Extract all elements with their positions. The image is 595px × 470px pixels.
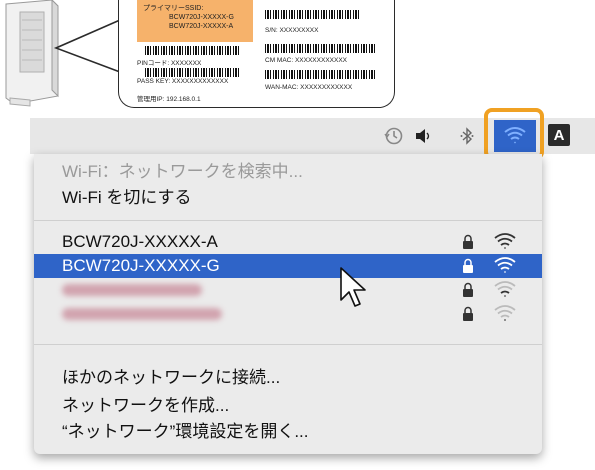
ssid-title: プライマリーSSID: [143, 5, 204, 12]
barcode [265, 70, 375, 79]
obscured-network-name [62, 308, 222, 320]
pass-key: PASS KEY: XXXXXXXXXXXXX [137, 78, 229, 85]
barcode [145, 68, 241, 77]
wifi-signal-icon [494, 257, 516, 273]
ssid-value-g: BCW720J-XXXXX-G [169, 14, 234, 21]
wan-mac: WAN-MAC: XXXXXXXXXXXX [265, 84, 353, 91]
barcode [145, 46, 241, 55]
serial-number: S/N: XXXXXXXXX [265, 27, 319, 34]
obscured-network-name [62, 284, 202, 296]
network-item-selected[interactable]: BCW720J-XXXXX-G [34, 254, 542, 278]
volume-icon[interactable] [412, 118, 436, 154]
menu-separator [34, 220, 542, 221]
join-other-network-item[interactable]: ほかのネットワークに接続... [34, 366, 542, 390]
network-name: BCW720J-XXXXX-A [62, 232, 218, 251]
barcode [265, 44, 375, 53]
wifi-signal-icon [494, 281, 516, 297]
wifi-toggle-item[interactable]: Wi-Fi を切にする [34, 186, 542, 210]
wifi-signal-icon [494, 305, 516, 321]
wifi-dropdown-menu: Wi-Fi：ネットワークを検索中... Wi-Fi を切にする BCW720J-… [34, 154, 542, 454]
wifi-signal-icon [494, 233, 516, 249]
pin-code: PINコード: XXXXXXX [137, 60, 202, 67]
router-label-card: プライマリーSSID: BCW720J-XXXXX-G BCW720J-XXXX… [118, 0, 395, 108]
network-item-obscured[interactable] [34, 302, 542, 326]
network-name: BCW720J-XXXXX-G [62, 256, 220, 275]
network-item-obscured[interactable] [34, 278, 542, 302]
network-item[interactable]: BCW720J-XXXXX-A [34, 230, 542, 254]
admin-ip: 管理用IP: 192.168.0.1 [137, 96, 201, 103]
bluetooth-icon[interactable] [456, 118, 478, 154]
lock-icon [463, 234, 473, 249]
mouse-cursor-icon [340, 267, 366, 307]
time-machine-icon[interactable] [380, 118, 408, 154]
lock-icon [463, 258, 473, 273]
wifi-status-item: Wi-Fi：ネットワークを検索中... [62, 162, 303, 181]
callout-pointer [53, 19, 121, 73]
ssid-box: プライマリーSSID: BCW720J-XXXXX-G BCW720J-XXXX… [137, 0, 253, 42]
cm-mac: CM MAC: XXXXXXXXXXXX [265, 57, 347, 64]
ssid-value-a: BCW720J-XXXXX-A [169, 23, 234, 30]
open-network-prefs-item[interactable]: “ネットワーク”環境設定を開く... [34, 420, 542, 444]
lock-icon [463, 306, 473, 321]
create-network-item[interactable]: ネットワークを作成... [34, 394, 542, 418]
wifi-highlight-frame [484, 108, 544, 160]
input-source-badge[interactable]: A [548, 124, 570, 146]
lock-icon [463, 282, 473, 297]
menu-separator [34, 344, 542, 345]
barcode [265, 10, 361, 19]
